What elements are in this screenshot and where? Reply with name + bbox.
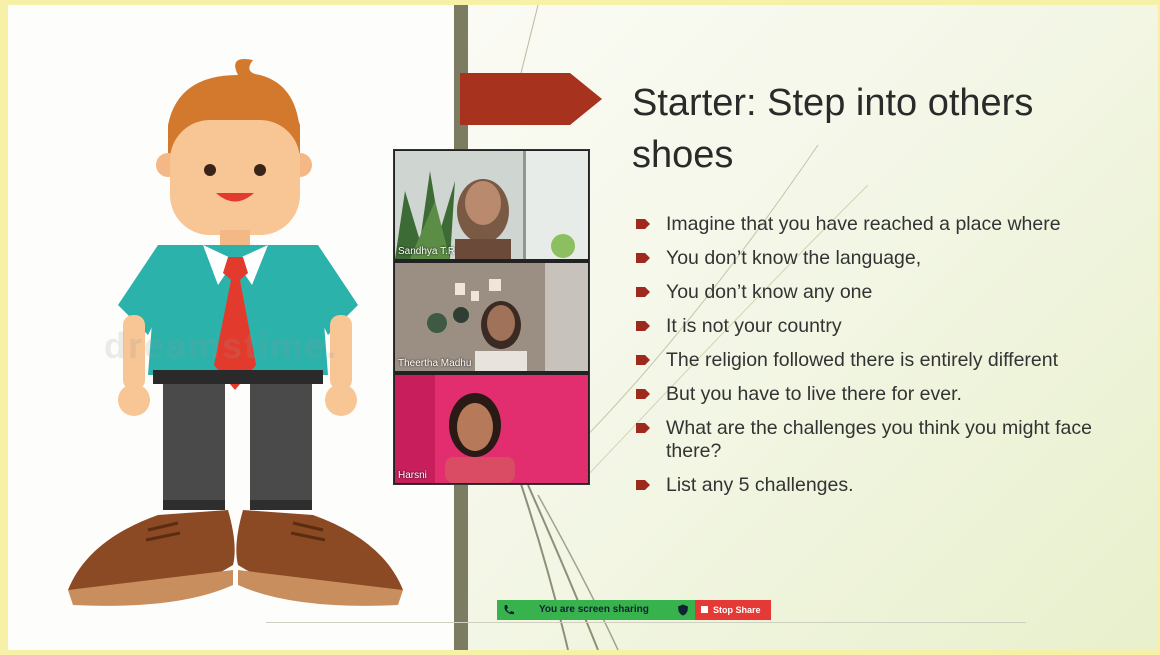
arrow-bullet-icon xyxy=(636,321,650,331)
bullet-item: You don’t know any one xyxy=(630,281,1100,304)
participant-video-tile[interactable]: Harsni xyxy=(395,375,588,483)
arrow-tag-icon xyxy=(460,73,602,125)
presentation-slide: Starter: Step into others shoes Imagine … xyxy=(8,5,1158,650)
participant-video-feed xyxy=(395,375,588,483)
bullet-item: Imagine that you have reached a place wh… xyxy=(630,213,1100,236)
bullet-item: What are the challenges you think you mi… xyxy=(630,417,1100,463)
participant-name: Harsni xyxy=(398,470,427,481)
bullet-text: What are the challenges you think you mi… xyxy=(666,417,1092,462)
bullet-text: But you have to live there for ever. xyxy=(666,383,962,405)
screen: Starter: Step into others shoes Imagine … xyxy=(0,0,1160,655)
watermark: dreamstime. xyxy=(104,325,339,366)
bullet-item: You don’t know the language, xyxy=(630,247,1100,270)
bullet-text: List any 5 challenges. xyxy=(666,474,854,496)
arrow-bullet-icon xyxy=(636,480,650,490)
phone-icon xyxy=(504,605,514,615)
arrow-bullet-icon xyxy=(636,389,650,399)
bullet-item: But you have to live there for ever. xyxy=(630,383,1100,406)
participant-name: Sandhya T.R xyxy=(398,246,456,257)
video-participants-panel[interactable]: Sandhya T.R Theertha Madhu Harsni xyxy=(393,149,590,485)
bullet-text: You don’t know the language, xyxy=(666,247,922,269)
arrow-bullet-icon xyxy=(636,253,650,263)
participant-name: Theertha Madhu xyxy=(398,358,472,369)
bullet-text: You don’t know any one xyxy=(666,281,873,303)
participant-video-tile[interactable]: Sandhya T.R xyxy=(395,151,588,259)
participant-video-tile[interactable]: Theertha Madhu xyxy=(395,263,588,371)
bullet-item: It is not your country xyxy=(630,315,1100,338)
arrow-bullet-icon xyxy=(636,287,650,297)
stop-share-label: Stop Share xyxy=(713,605,761,615)
participant-video-feed xyxy=(395,263,588,371)
arrow-bullet-icon xyxy=(636,423,650,433)
screen-share-bar: You are screen sharing Stop Share xyxy=(497,600,771,620)
slide-title: Starter: Step into others shoes xyxy=(632,82,1034,176)
participant-video-feed xyxy=(395,151,588,259)
bullet-list: Imagine that you have reached a place wh… xyxy=(630,213,1100,508)
shield-icon xyxy=(678,604,688,616)
arrow-bullet-icon xyxy=(636,219,650,229)
bullet-text: The religion followed there is entirely … xyxy=(666,349,1059,371)
arrow-bullet-icon xyxy=(636,355,650,365)
slide-footer-line xyxy=(266,622,1026,623)
bullet-item: The religion followed there is entirely … xyxy=(630,349,1100,372)
stop-icon xyxy=(701,606,708,613)
bullet-item: List any 5 challenges. xyxy=(630,474,1100,497)
stop-share-button[interactable]: Stop Share xyxy=(695,600,771,620)
bullet-text: Imagine that you have reached a place wh… xyxy=(666,213,1061,235)
screen-share-status-text: You are screen sharing xyxy=(539,604,649,615)
bullet-text: It is not your country xyxy=(666,315,842,337)
screen-share-status[interactable]: You are screen sharing xyxy=(497,600,695,620)
